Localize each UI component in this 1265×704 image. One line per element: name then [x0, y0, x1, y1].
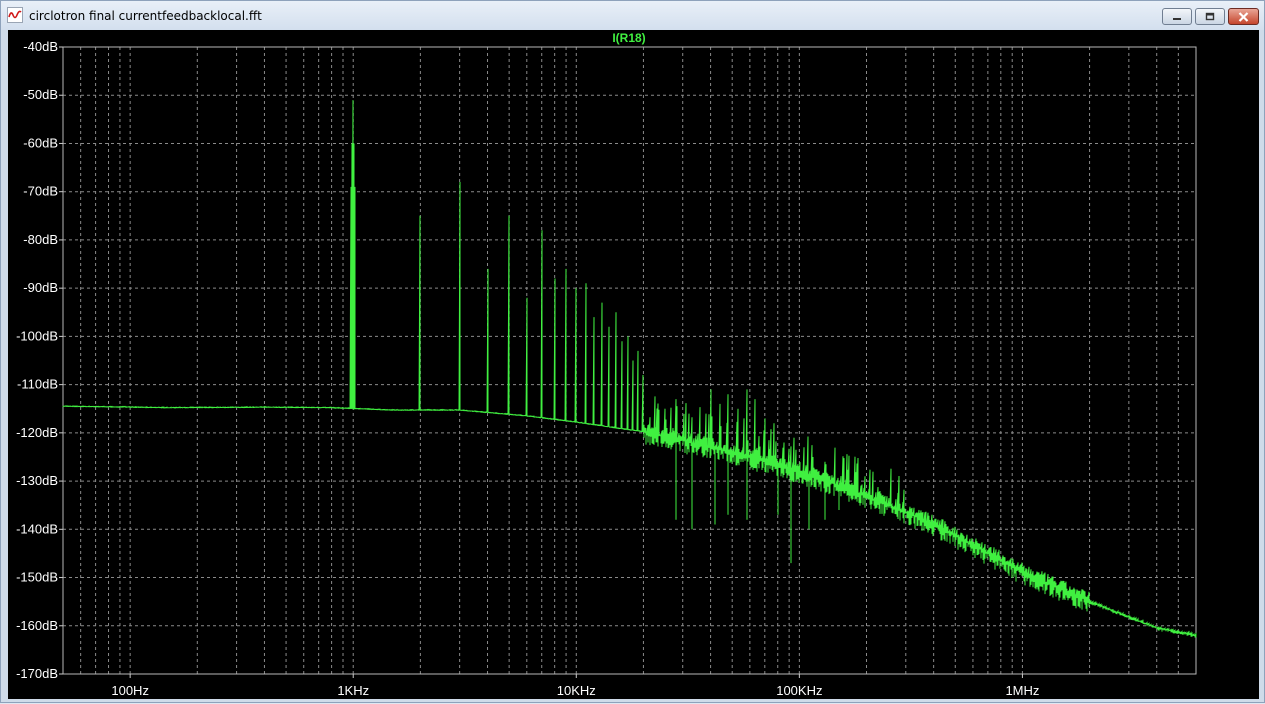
plot-frame: [62, 46, 1197, 675]
plot-area[interactable]: I(R18) -40dB -50dB -60dB -70dB -80dB -90dB -10…: [8, 30, 1259, 699]
y-tick-label: -40dB: [23, 39, 58, 54]
close-button[interactable]: [1228, 8, 1259, 25]
minimize-icon: [1173, 17, 1181, 20]
x-tick-label: 10KHz: [557, 683, 596, 698]
y-tick-label: -110dB: [17, 377, 58, 392]
close-icon: [1238, 11, 1249, 22]
x-axis-labels: 100Hz 1KHz 10KHz 100KHz 1MHz: [111, 674, 1039, 698]
y-tick-label: -130dB: [16, 473, 58, 488]
y-tick-label: -140dB: [16, 521, 58, 536]
maximize-button[interactable]: [1195, 8, 1225, 25]
y-tick-label: -90dB: [23, 280, 58, 295]
y-tick-label: -80dB: [23, 232, 58, 247]
y-tick-label: -70dB: [23, 184, 58, 199]
chart-title[interactable]: I(R18): [612, 31, 645, 45]
y-tick-label: -120dB: [16, 425, 58, 440]
x-tick-label: 100KHz: [776, 683, 822, 698]
x-tick-label: 1MHz: [1005, 683, 1039, 698]
title-bar[interactable]: circlotron final currentfeedbacklocal.ff…: [1, 1, 1264, 30]
window-title: circlotron final currentfeedbacklocal.ff…: [29, 9, 262, 23]
y-axis-labels: -40dB -50dB -60dB -70dB -80dB -90dB -100dB -110…: [16, 39, 63, 681]
minimize-button[interactable]: [1162, 8, 1192, 25]
restore-icon: [1205, 12, 1215, 21]
y-tick-label: -50dB: [23, 87, 58, 102]
y-tick-label: -150dB: [16, 570, 58, 585]
y-tick-label: -100dB: [16, 328, 58, 343]
grid: [62, 46, 1197, 675]
x-tick-label: 1KHz: [337, 683, 369, 698]
y-tick-label: -170dB: [16, 666, 58, 681]
x-tick-label: 100Hz: [111, 683, 149, 698]
fft-chart[interactable]: I(R18) -40dB -50dB -60dB -70dB -80dB -90dB -10…: [8, 30, 1259, 699]
waveform-app-icon: [7, 7, 23, 23]
y-tick-label: -60dB: [23, 135, 58, 150]
series-trace-i-r18[interactable]: [62, 100, 1197, 638]
y-tick-label: -160dB: [16, 618, 58, 633]
plot-window: circlotron final currentfeedbacklocal.ff…: [0, 0, 1265, 703]
